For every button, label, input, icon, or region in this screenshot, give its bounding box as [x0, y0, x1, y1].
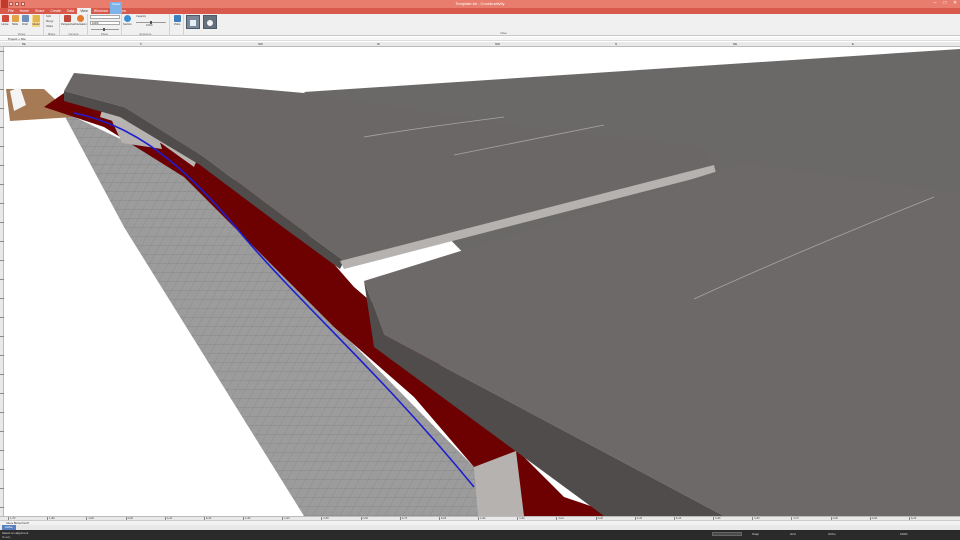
draft-view-button[interactable]: Draft [21, 15, 29, 27]
compass-label: 5 [140, 42, 142, 46]
snap-toggle[interactable]: Snap [752, 532, 759, 536]
opacity-value: 100% [146, 24, 153, 27]
table-icon [11, 15, 19, 22]
plane-slider[interactable] [91, 28, 119, 31]
title-bar: Template.tin - Constructivity – □ ✕ [0, 0, 960, 8]
window-title: Template.tin - Constructivity [455, 1, 505, 6]
context-tab-views[interactable]: Views [110, 2, 122, 14]
render-button[interactable] [186, 15, 200, 29]
ribbon-group-render [184, 14, 222, 36]
zoom-level: 100% [900, 532, 908, 536]
compass-label: 5E [22, 42, 26, 46]
ribbon-group-views: Home Table Draft Model Views [0, 14, 44, 36]
section-icon [123, 15, 131, 22]
breadcrumb[interactable]: Project » Site [0, 37, 960, 41]
ribbon-group-plane: 100% Plane [88, 14, 122, 36]
compass-label: W [377, 42, 380, 46]
compass-label: E [852, 42, 855, 46]
perspective-icon [63, 15, 71, 22]
video-button[interactable]: Video [173, 15, 181, 27]
light-button[interactable] [203, 15, 217, 29]
capacity-label: Capacity [136, 15, 147, 18]
slides-button[interactable]: Slides [46, 25, 53, 28]
close-button[interactable]: ✕ [952, 1, 958, 6]
plane-select[interactable] [90, 15, 120, 19]
section-button[interactable]: Section [123, 15, 132, 27]
ribbon-group-video: Video [170, 14, 184, 36]
ribbon-group-camera: Perspective Orientation Camera [60, 14, 88, 36]
home-icon [1, 15, 9, 22]
table-view-button[interactable]: Table [11, 15, 19, 27]
window-controls: – □ ✕ [932, 1, 958, 6]
compass-label: NE [733, 42, 738, 46]
ribbon-group-label-video: Video [500, 31, 508, 35]
model-view-button[interactable]: Model [32, 15, 40, 27]
perspective-button[interactable]: Perspective [61, 15, 75, 27]
orientation-icon [76, 15, 84, 22]
model-viewport[interactable] [4, 47, 960, 516]
ortho-toggle[interactable]: Ortho [828, 532, 836, 536]
split-button[interactable]: Split [46, 15, 51, 18]
status-ready: Ready [2, 535, 11, 539]
compass-label: SW [258, 42, 263, 46]
capacity-slider[interactable] [136, 21, 166, 24]
draft-icon [21, 15, 29, 22]
minimize-button[interactable]: – [932, 1, 938, 6]
video-icon [173, 15, 181, 22]
orientation-button[interactable]: Orientation [74, 15, 87, 27]
ribbon-group-exposure: Section Capacity 100% Exposure [122, 14, 170, 36]
ribbon-group-slides: Split Merge Slides Slides [44, 14, 60, 36]
maximize-button[interactable]: □ [942, 1, 948, 6]
home-view-button[interactable]: Home [1, 15, 9, 27]
zoom-field[interactable]: 100% [90, 21, 120, 25]
model-icon [32, 15, 40, 22]
status-bar: Select an alignment Ready Snap Grid Orth… [0, 530, 960, 540]
merge-button[interactable]: Merge [46, 20, 53, 23]
compass-label: NW [495, 42, 500, 46]
road-model-3d[interactable] [4, 47, 960, 516]
light-icon [207, 20, 213, 26]
render-icon [190, 20, 196, 26]
compass-label: N [615, 42, 618, 46]
grid-toggle[interactable]: Grid [790, 532, 796, 536]
ribbon: Home Table Draft Model Views Split Merge… [0, 14, 960, 36]
progress-meter [712, 532, 742, 536]
